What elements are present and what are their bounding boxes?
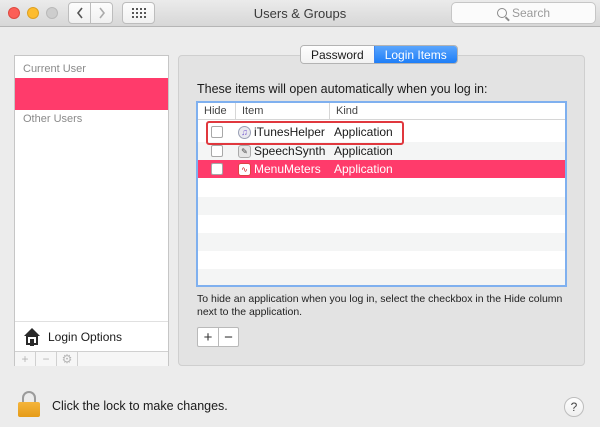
column-hide[interactable]: Hide — [198, 103, 236, 120]
tab-login-items[interactable]: Login Items — [373, 46, 457, 63]
current-user-header: Current User — [23, 63, 86, 75]
highlight-box — [206, 121, 404, 145]
house-icon — [23, 327, 41, 346]
lock-text: Click the lock to make changes. — [52, 399, 228, 413]
login-options-item[interactable]: Login Options — [15, 321, 168, 351]
users-list-footer: + − ⚙ — [15, 351, 168, 366]
column-item[interactable]: Item — [236, 103, 330, 120]
other-users-header: Other Users — [23, 113, 83, 125]
tab-bar: Password Login Items — [300, 45, 458, 64]
item-name: SpeechSynth — [254, 144, 326, 158]
remove-user-button[interactable]: − — [36, 352, 57, 366]
current-user-row[interactable] — [15, 78, 168, 110]
lock-icon[interactable] — [18, 391, 40, 417]
hide-checkbox[interactable] — [211, 163, 223, 175]
login-options-label: Login Options — [48, 329, 123, 344]
menumeters-icon: ∿ — [238, 162, 251, 176]
tab-password[interactable]: Password — [301, 46, 374, 63]
add-user-button[interactable]: + — [15, 352, 36, 366]
search-icon — [496, 8, 507, 18]
table-header: Hide Item Kind — [198, 103, 565, 120]
users-list: Current User Other Users Login Options +… — [14, 55, 169, 366]
speech-icon: ✎ — [238, 144, 251, 158]
column-kind[interactable]: Kind — [330, 103, 565, 120]
remove-item-button[interactable]: − — [218, 328, 238, 346]
empty-row — [198, 269, 565, 285]
table-row[interactable]: ∿ MenuMeters Application — [198, 160, 565, 178]
title-bar: Users & Groups Search — [0, 0, 600, 27]
hide-checkbox[interactable] — [211, 145, 223, 157]
add-item-button[interactable]: + — [198, 328, 218, 346]
help-button[interactable]: ? — [564, 397, 584, 417]
hide-hint: To hide an application when you log in, … — [197, 293, 563, 318]
empty-row — [198, 233, 565, 251]
login-items-intro: These items will open automatically when… — [197, 82, 488, 96]
search-placeholder: Search — [511, 6, 551, 20]
search-field[interactable]: Search — [451, 2, 596, 24]
item-name: MenuMeters — [254, 162, 321, 176]
gear-icon[interactable]: ⚙ — [57, 352, 78, 366]
empty-row — [198, 197, 565, 215]
item-kind: Application — [334, 162, 393, 176]
add-remove-buttons: + − — [197, 327, 239, 347]
item-kind: Application — [334, 144, 393, 158]
